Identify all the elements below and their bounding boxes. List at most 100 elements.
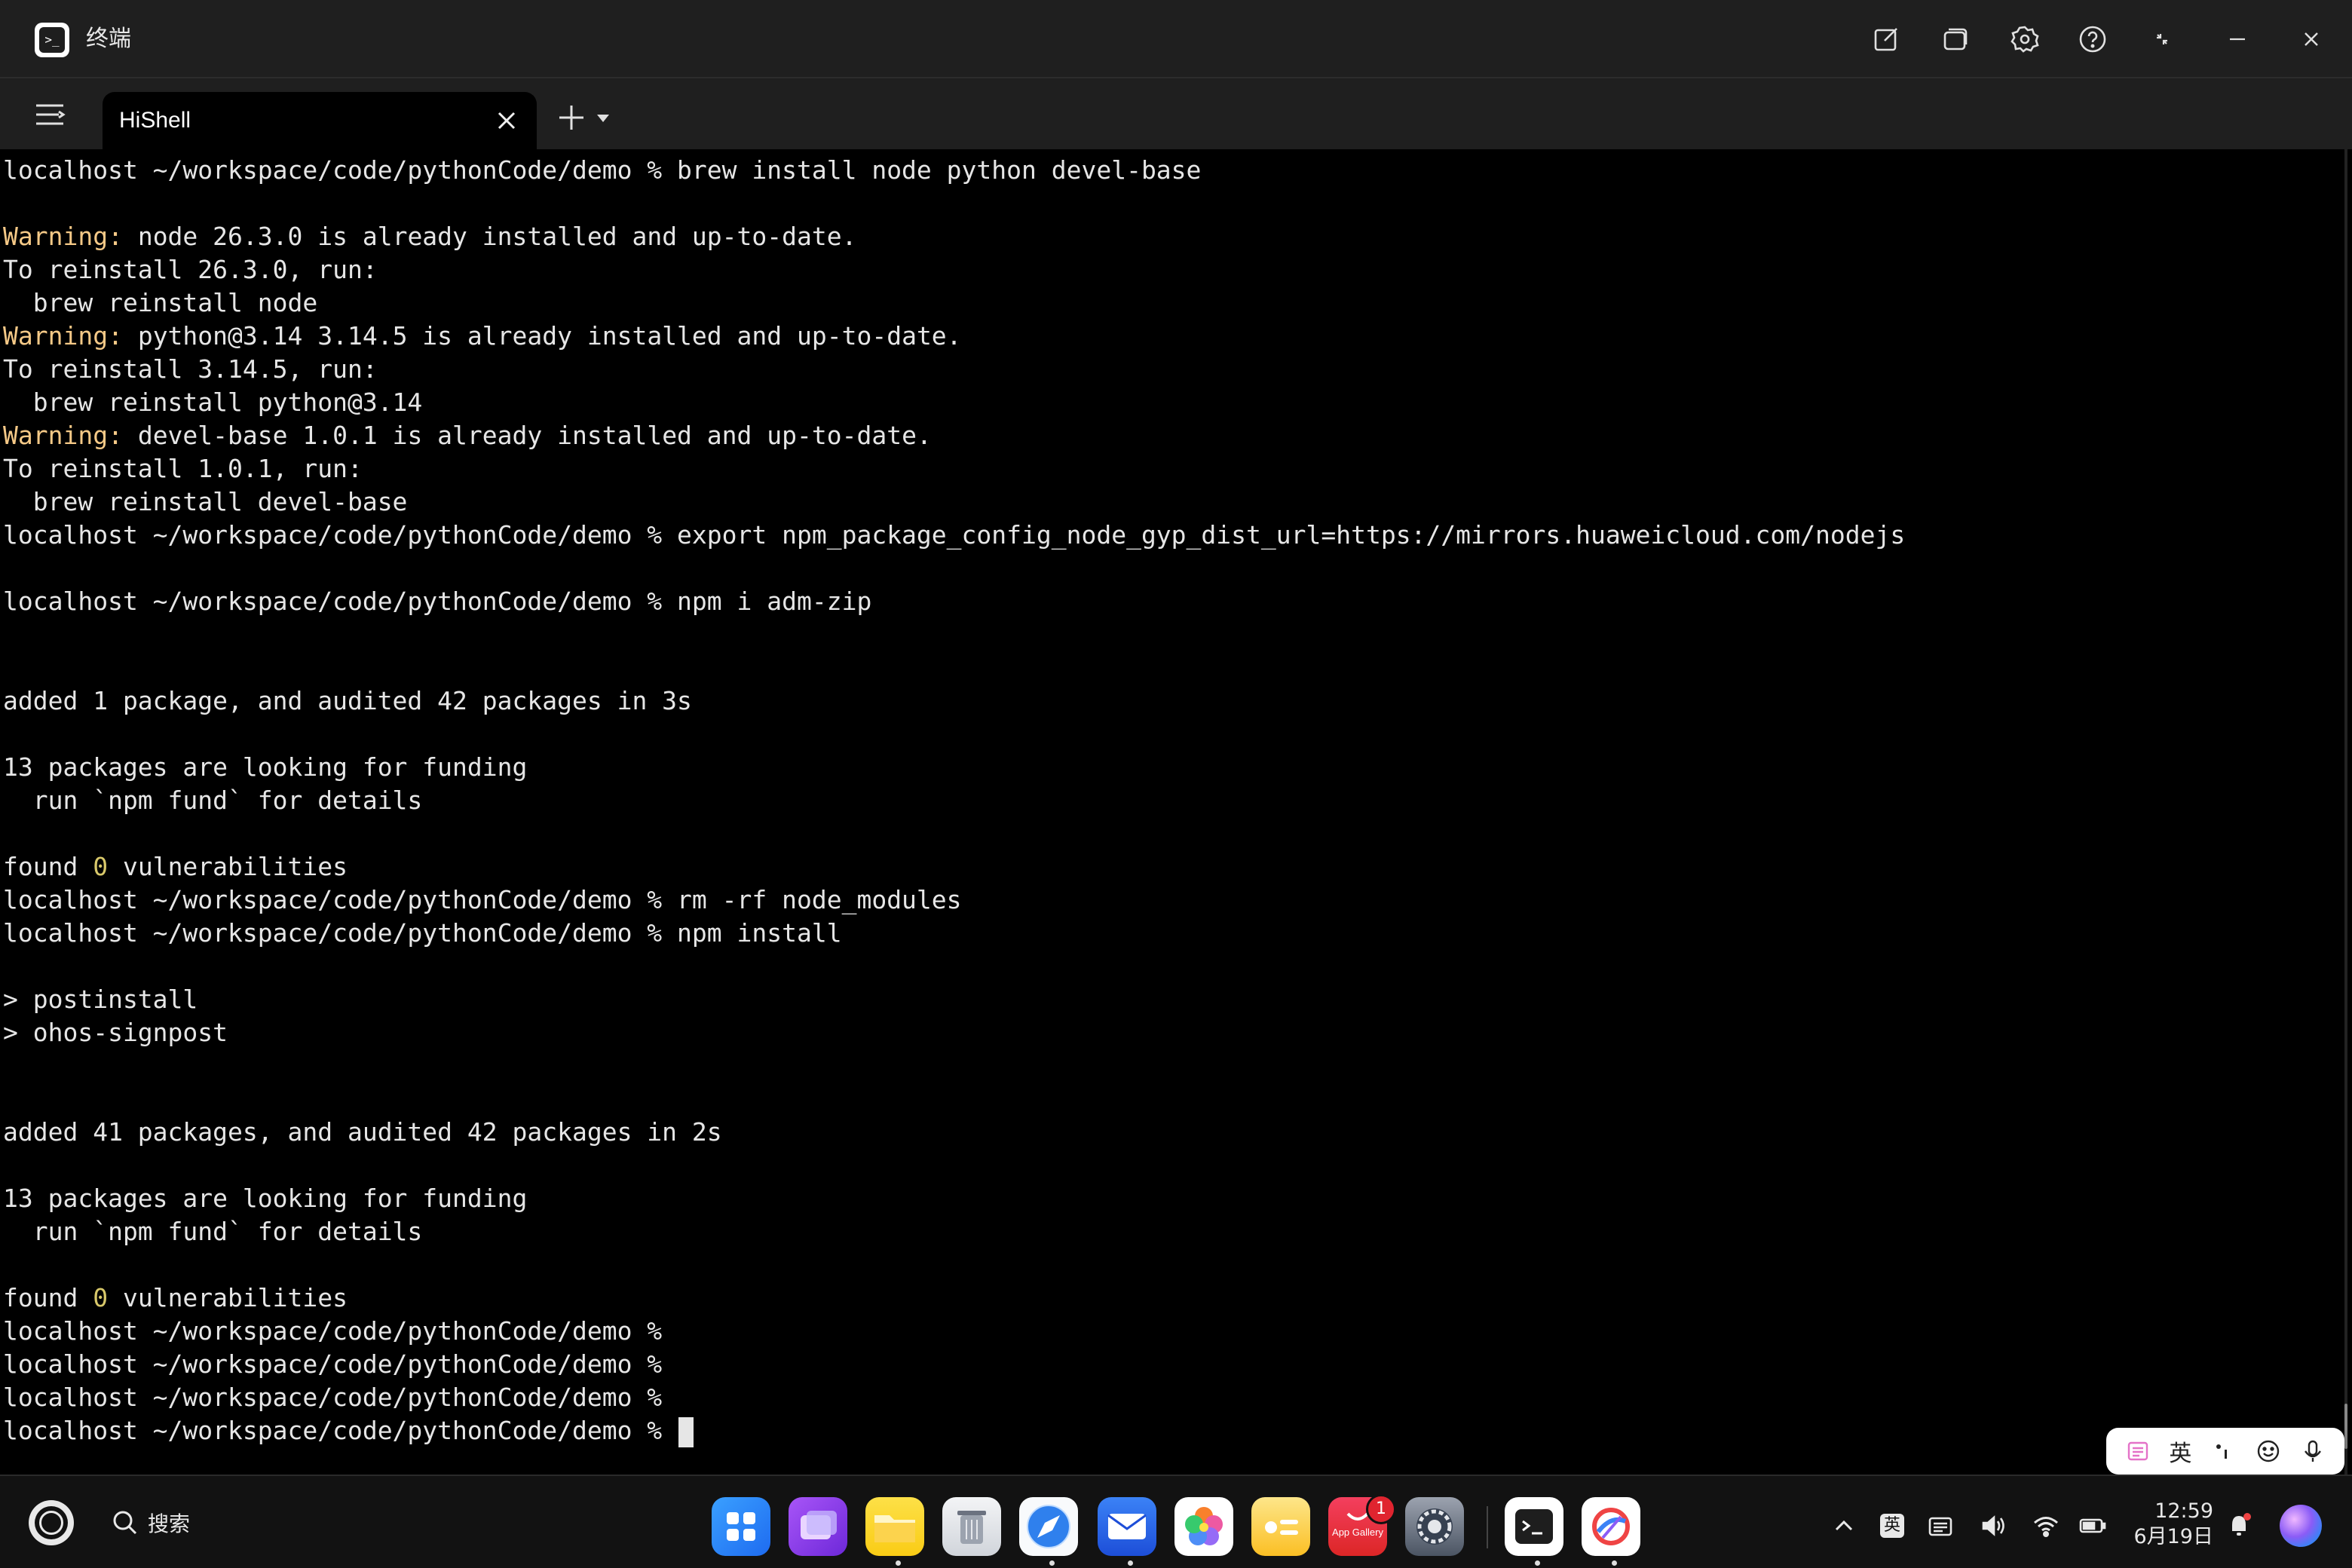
dock-app-mail[interactable] <box>1098 1497 1156 1556</box>
volume-icon[interactable] <box>1978 1511 2008 1541</box>
vulnerability-count: 0 <box>93 1283 109 1312</box>
notepad-icon <box>1265 1520 1298 1535</box>
terminal-line: Warning: devel-base 1.0.1 is already ins… <box>3 419 1905 452</box>
terminal-line: localhost ~/workspace/code/pythonCode/de… <box>3 1315 1905 1348</box>
restore-window-icon[interactable] <box>2142 20 2182 59</box>
terminal-line-text: localhost ~/workspace/code/pythonCode/de… <box>3 918 842 948</box>
settings-gear-icon[interactable] <box>2005 20 2044 59</box>
dock-app-devtools[interactable] <box>1582 1497 1640 1556</box>
trash-icon <box>957 1511 986 1544</box>
vulnerability-count: 0 <box>93 852 109 881</box>
dock-app-files[interactable] <box>865 1497 924 1556</box>
dock-app-home-screen[interactable] <box>712 1497 770 1556</box>
terminal-line: localhost ~/workspace/code/pythonCode/de… <box>3 1348 1905 1381</box>
tab-close-icon[interactable] <box>492 106 522 136</box>
dock-app-multitask[interactable] <box>789 1497 847 1556</box>
clock-time: 12:59 <box>2154 1499 2213 1523</box>
windows-icon <box>801 1511 837 1539</box>
keyboard-icon[interactable] <box>1925 1511 1955 1541</box>
dock-app-settings[interactable] <box>1405 1497 1464 1556</box>
mail-icon <box>1107 1514 1147 1539</box>
terminal-line-text: localhost ~/workspace/code/pythonCode/de… <box>3 586 872 616</box>
terminal-line-text: > ohos-signpost <box>3 1018 228 1047</box>
terminal-line-text: node 26.3.0 is already installed and up-… <box>122 222 857 251</box>
wifi-icon[interactable] <box>2031 1511 2061 1541</box>
terminal-line: > postinstall <box>3 983 1905 1016</box>
terminal-line-text: localhost ~/workspace/code/pythonCode/de… <box>3 520 1906 550</box>
terminal-line: 13 packages are looking for funding <box>3 1182 1905 1215</box>
notification-bell-icon[interactable] <box>2224 1511 2254 1541</box>
terminal-line-text: devel-base 1.0.1 is already installed an… <box>122 421 932 450</box>
terminal-line-suffix: vulnerabilities <box>108 852 348 881</box>
tray-input-language[interactable]: 英 <box>1877 1511 1907 1541</box>
dock-app-terminal[interactable] <box>1505 1497 1563 1556</box>
terminal-line: > ohos-signpost <box>3 1016 1905 1049</box>
edit-icon[interactable] <box>1867 20 1906 59</box>
minimize-icon[interactable] <box>2218 20 2257 59</box>
terminal-line: 13 packages are looking for funding <box>3 751 1905 784</box>
taskbar: 搜索 App Gallery 1 英 12:59 6月19日 <box>0 1475 2352 1568</box>
dock-app-notepad[interactable] <box>1251 1497 1310 1556</box>
terminal-line-text: brew reinstall devel-base <box>3 487 408 516</box>
scrollbar-track[interactable] <box>2344 149 2347 1475</box>
dock-app-gallery[interactable] <box>1174 1497 1233 1556</box>
terminal-line-text: run `npm fund` for details <box>3 786 423 815</box>
help-icon[interactable] <box>2073 20 2112 59</box>
menu-icon[interactable] <box>33 100 66 130</box>
dock-app-trash[interactable] <box>942 1497 1001 1556</box>
terminal-line-text: localhost ~/workspace/code/pythonCode/de… <box>3 1416 678 1445</box>
terminal-line-text: found <box>3 1283 93 1312</box>
terminal-line-text: localhost ~/workspace/code/pythonCode/de… <box>3 155 1202 185</box>
assistant-orb-icon[interactable] <box>2280 1505 2322 1547</box>
chevron-down-icon[interactable] <box>597 115 609 122</box>
tab-label: HiShell <box>119 108 191 133</box>
battery-icon[interactable] <box>2078 1511 2108 1541</box>
tab-hishell[interactable]: HiShell <box>103 92 537 149</box>
terminal-line-text: To reinstall 1.0.1, run: <box>3 454 363 483</box>
terminal-line: localhost ~/workspace/code/pythonCode/de… <box>3 519 1905 552</box>
new-tab-plus-icon[interactable] <box>556 103 586 133</box>
emoji-icon[interactable] <box>2255 1438 2282 1465</box>
terminal-line: brew reinstall devel-base <box>3 485 1905 519</box>
terminal-line-text: localhost ~/workspace/code/pythonCode/de… <box>3 1383 663 1412</box>
system-clock[interactable]: 12:59 6月19日 <box>2130 1499 2213 1550</box>
terminal-line: added 41 packages, and audited 42 packag… <box>3 1116 1905 1149</box>
window-switch-icon[interactable] <box>1936 20 1975 59</box>
close-window-icon[interactable] <box>2292 20 2331 59</box>
terminal-line-text: 13 packages are looking for funding <box>3 1184 528 1213</box>
dock-app-browser[interactable] <box>1019 1497 1078 1556</box>
scrollbar-thumb[interactable] <box>2344 1404 2347 1449</box>
terminal-line: brew reinstall node <box>3 286 1905 320</box>
terminal-line: Warning: python@3.14 3.14.5 is already i… <box>3 320 1905 353</box>
terminal-line: localhost ~/workspace/code/pythonCode/de… <box>3 1381 1905 1414</box>
search-icon <box>113 1511 137 1535</box>
terminal-output[interactable]: localhost ~/workspace/code/pythonCode/de… <box>0 149 2352 1475</box>
keyboard-toggle-icon[interactable] <box>2124 1438 2151 1465</box>
punctuation-icon[interactable] <box>2210 1438 2237 1465</box>
terminal-icon <box>1515 1509 1553 1544</box>
ime-language-toggle[interactable]: 英 <box>2169 1435 2191 1468</box>
terminal-line-text: To reinstall 26.3.0, run: <box>3 255 378 284</box>
taskbar-search[interactable]: 搜索 <box>110 1505 190 1541</box>
clock-date: 6月19日 <box>2133 1525 2213 1548</box>
terminal-line-text: added 41 packages, and audited 42 packag… <box>3 1117 722 1147</box>
search-label: 搜索 <box>148 1511 191 1536</box>
microphone-icon[interactable] <box>2299 1438 2326 1465</box>
terminal-line: localhost ~/workspace/code/pythonCode/de… <box>3 585 1905 618</box>
terminal-line: localhost ~/workspace/code/pythonCode/de… <box>3 154 1905 187</box>
terminal-line-text: found <box>3 852 93 881</box>
tray-expand-icon[interactable] <box>1829 1511 1859 1541</box>
warning-label: Warning: <box>3 421 123 450</box>
start-button[interactable] <box>29 1500 74 1545</box>
terminal-line: localhost ~/workspace/code/pythonCode/de… <box>3 884 1905 917</box>
terminal-lines: localhost ~/workspace/code/pythonCode/de… <box>3 154 1905 1447</box>
terminal-line-text: To reinstall 3.14.5, run: <box>3 354 378 384</box>
